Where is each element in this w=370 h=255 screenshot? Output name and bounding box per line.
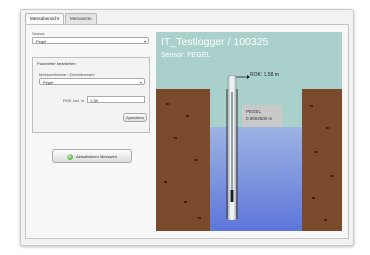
tab-messwerte[interactable]: Messwerte [65,13,97,24]
tab-messuebersicht[interactable]: Messübersicht [25,13,65,24]
param-select-label: Messwertname / Einheitenwahl [39,72,95,77]
pegel-title: PEGEL [246,109,262,114]
tab-panel: Sensor Pegel ▾ Parameter bearbeiten Mess… [25,24,349,239]
green-circle-icon [66,153,73,160]
rok-input-label: ROK incl. in [63,98,85,103]
pegel-readout: PEGEL 0.0002600 m [242,105,282,127]
chevron-down-icon: ▾ [139,80,142,85]
param-select-value: Pegel [43,80,54,85]
save-button[interactable]: Speichern [123,113,147,122]
refresh-button[interactable]: Aktualisieren Messwert [52,149,132,163]
rok-input[interactable]: 1.38 [87,96,145,103]
rok-label: ROK: 1.58 m [250,72,279,78]
chevron-down-icon: ▾ [143,39,146,44]
pegel-value: 0.0002600 m [246,116,273,121]
app-window: Messübersicht Messwerte Sensor Pegel ▾ Pa… [20,9,354,246]
sensor-select-value: Pegel [36,39,47,44]
sensor-select[interactable]: Pegel ▾ [32,37,149,44]
sensor-label: Sensor [32,31,45,36]
well-visualization: IT_Testlogger / 100325 Sensor: PEGEL ROK… [156,32,342,231]
parameter-fieldset: Parameter bearbeiten Messwertname / Einh… [32,57,150,133]
settings-panel: Sensor Pegel ▾ Parameter bearbeiten Mess… [32,31,150,231]
tab-bar: Messübersicht Messwerte [25,13,98,24]
parameter-group-title: Parameter bearbeiten [37,61,76,66]
arrow-right-icon [236,75,250,79]
param-select[interactable]: Pegel ▾ [39,78,145,85]
refresh-button-label: Aktualisieren Messwert [75,154,118,159]
well-pipe [226,75,250,221]
